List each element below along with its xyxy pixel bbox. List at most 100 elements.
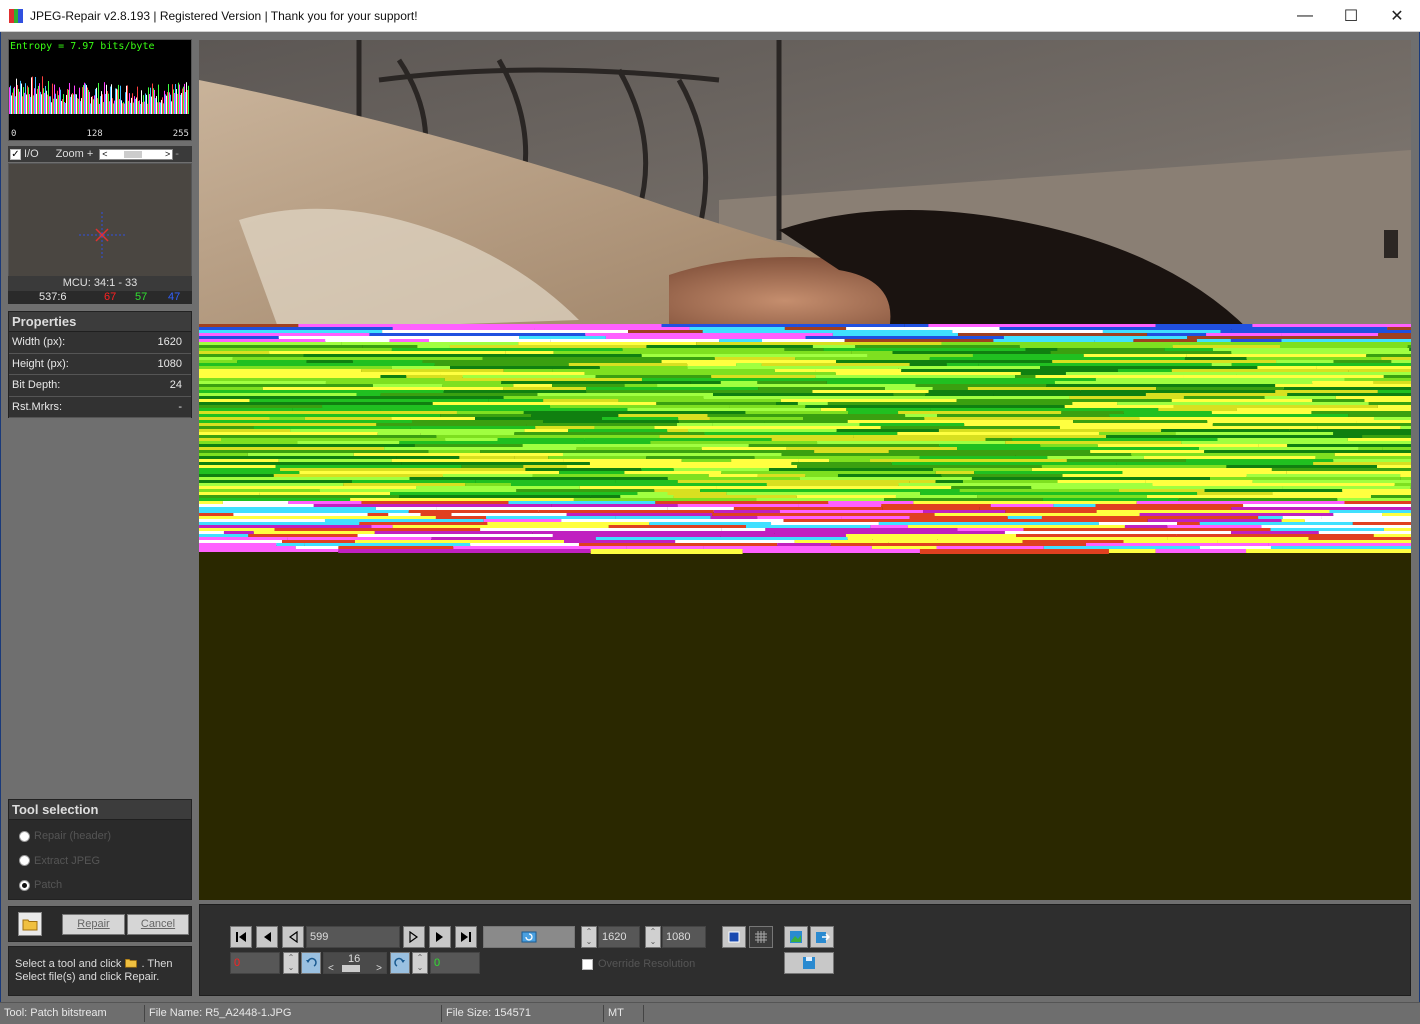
glitch-band bbox=[353, 453, 563, 456]
glitch-band bbox=[509, 354, 642, 357]
histogram-bar bbox=[165, 94, 166, 114]
glitch-band bbox=[1167, 537, 1309, 540]
glitch-band bbox=[1041, 465, 1227, 468]
undo-icon bbox=[306, 957, 317, 967]
image-viewer[interactable] bbox=[199, 40, 1411, 900]
last-button[interactable] bbox=[455, 926, 477, 948]
glitch-band bbox=[1407, 345, 1411, 348]
histogram-bar bbox=[40, 91, 41, 114]
histogram-bar bbox=[160, 102, 161, 114]
glitch-band bbox=[199, 348, 247, 351]
shift-field[interactable]: 0 bbox=[230, 952, 280, 974]
shift-spinner[interactable]: ⌃ ⌄ bbox=[283, 952, 299, 974]
open-folder-button[interactable] bbox=[18, 912, 42, 936]
glitch-band bbox=[1143, 456, 1316, 459]
chevron-left-icon[interactable]: < bbox=[102, 149, 107, 159]
previous-button[interactable] bbox=[256, 926, 278, 948]
glitch-band bbox=[488, 399, 544, 402]
glitch-band bbox=[525, 468, 642, 471]
height-spinner[interactable]: ⌃ ⌄ bbox=[645, 926, 661, 948]
width-field[interactable]: 1620 bbox=[598, 926, 640, 948]
rotate-left-button[interactable] bbox=[301, 952, 321, 974]
refresh-image-button[interactable] bbox=[483, 926, 575, 948]
rotate-right-button[interactable] bbox=[390, 952, 410, 974]
delta-spinner[interactable]: ⌃ ⌄ bbox=[412, 952, 428, 974]
histogram-bar bbox=[178, 82, 179, 114]
histogram-bar bbox=[135, 98, 136, 114]
tool-option-repair[interactable]: Repair (header) bbox=[9, 824, 191, 849]
glitch-band bbox=[1276, 360, 1334, 363]
glitch-band bbox=[1333, 360, 1392, 363]
save-button[interactable] bbox=[784, 952, 834, 974]
tool-selection-panel: Tool selection Repair (header) Extract J… bbox=[8, 799, 192, 900]
save-image-button[interactable] bbox=[784, 926, 808, 948]
tool-option-patch[interactable]: Patch bbox=[9, 873, 191, 898]
zoom-slider[interactable]: < > bbox=[99, 148, 174, 160]
zoom-label: Zoom + bbox=[55, 148, 94, 160]
histogram-bar bbox=[99, 103, 100, 114]
histogram-bar bbox=[52, 83, 53, 114]
glitch-band bbox=[649, 522, 772, 525]
export-button[interactable] bbox=[810, 926, 834, 948]
histogram-bar bbox=[84, 82, 85, 114]
maximize-button[interactable]: ☐ bbox=[1328, 0, 1374, 32]
repair-button[interactable]: Repair bbox=[62, 913, 125, 935]
next-button[interactable] bbox=[429, 926, 451, 948]
glitch-band bbox=[1188, 381, 1313, 384]
chevron-left-icon[interactable]: < bbox=[328, 959, 334, 979]
glitch-band bbox=[1344, 378, 1411, 381]
glitch-band bbox=[957, 528, 1024, 531]
glitch-band bbox=[590, 549, 743, 554]
minimize-button[interactable]: — bbox=[1282, 0, 1328, 32]
radio-repair[interactable] bbox=[19, 830, 30, 842]
delta-field[interactable]: 0 bbox=[430, 952, 480, 974]
chevron-right-icon[interactable]: > bbox=[376, 959, 382, 979]
glitch-band bbox=[199, 450, 429, 453]
histogram-bar bbox=[85, 83, 86, 114]
glitch-band bbox=[199, 369, 362, 372]
close-button[interactable]: ✕ bbox=[1374, 0, 1420, 32]
histogram-bar bbox=[24, 92, 25, 114]
glitch-band bbox=[742, 549, 920, 553]
width-spinner[interactable]: ⌃ ⌄ bbox=[581, 926, 597, 948]
histogram-bar bbox=[131, 97, 132, 114]
glitch-band bbox=[450, 366, 600, 369]
chevron-right-icon[interactable]: > bbox=[165, 149, 170, 159]
radio-extract[interactable] bbox=[19, 855, 30, 867]
override-resolution-checkbox[interactable] bbox=[582, 959, 593, 970]
step-forward-button[interactable] bbox=[403, 926, 425, 948]
histogram-bar bbox=[117, 89, 118, 114]
glitch-band bbox=[325, 339, 390, 342]
skip-last-icon bbox=[461, 932, 471, 942]
glitch-band bbox=[199, 513, 234, 516]
offset-field[interactable]: 599 bbox=[306, 926, 400, 948]
histogram-bar bbox=[72, 93, 73, 114]
mcu-magnifier[interactable] bbox=[8, 163, 192, 277]
histogram-bar bbox=[157, 102, 158, 114]
glitch-band bbox=[657, 384, 916, 387]
histogram-bar bbox=[147, 103, 148, 114]
histogram-bar bbox=[20, 80, 21, 114]
histogram-bar bbox=[170, 94, 171, 114]
tool-option-extract[interactable]: Extract JPEG bbox=[9, 849, 191, 874]
height-field[interactable]: 1080 bbox=[662, 926, 706, 948]
glitch-band bbox=[1231, 327, 1388, 330]
histogram-bar bbox=[168, 84, 169, 114]
step-slider[interactable]: 16 < > bbox=[323, 952, 387, 974]
grid-view-button[interactable] bbox=[749, 926, 773, 948]
radio-patch[interactable] bbox=[19, 879, 30, 891]
glitch-band bbox=[975, 492, 1198, 495]
histogram-bar bbox=[109, 101, 110, 114]
cancel-button[interactable]: Cancel bbox=[127, 913, 189, 935]
step-back-button[interactable] bbox=[282, 926, 304, 948]
zoom-slider-thumb[interactable] bbox=[124, 150, 143, 158]
histogram-bar bbox=[62, 99, 63, 114]
single-view-button[interactable] bbox=[722, 926, 746, 948]
app-icon bbox=[9, 8, 24, 23]
glitch-band bbox=[1064, 405, 1174, 408]
glitch-band bbox=[434, 363, 569, 366]
io-checkbox[interactable]: ✓ bbox=[10, 148, 21, 160]
first-button[interactable] bbox=[230, 926, 252, 948]
histogram-bar bbox=[76, 94, 77, 114]
glitch-band bbox=[361, 501, 509, 504]
